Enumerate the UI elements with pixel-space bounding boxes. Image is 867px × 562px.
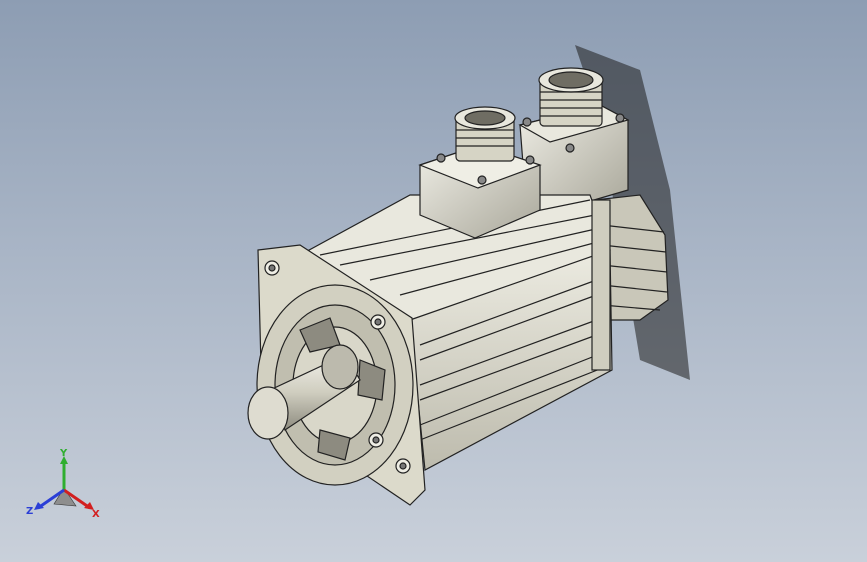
y-axis-label: Y: [59, 448, 68, 459]
coordinate-triad: Y X Z: [26, 448, 100, 520]
z-axis-label: Z: [26, 506, 33, 517]
x-axis-label: X: [92, 509, 100, 520]
graphics-viewport[interactable]: Y X Z: [0, 0, 867, 562]
servo-motor-model[interactable]: [0, 0, 867, 562]
